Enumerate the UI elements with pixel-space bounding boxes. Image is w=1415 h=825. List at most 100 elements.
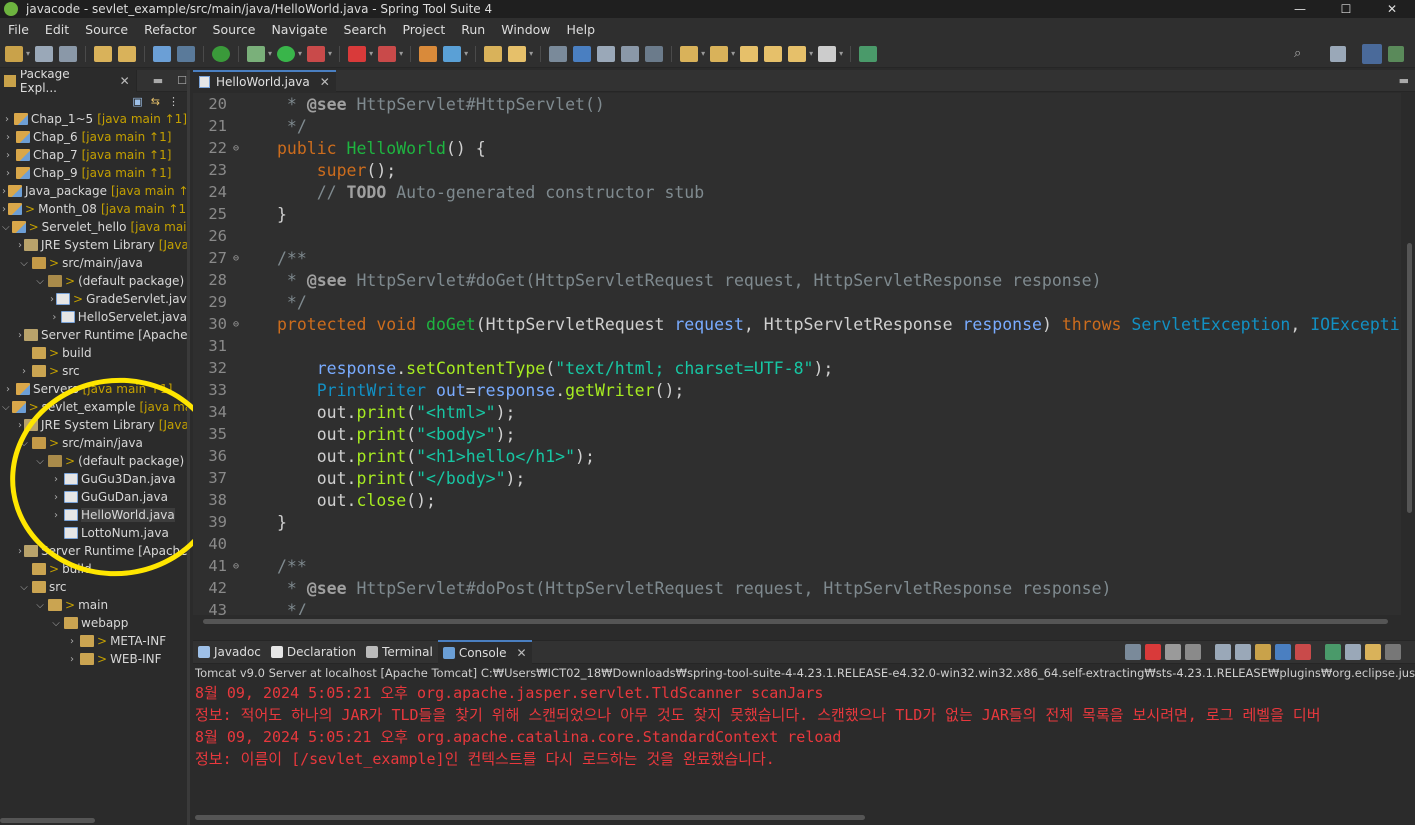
code-line[interactable]: 34 out.print("<html>");: [193, 401, 1401, 423]
java-perspective-icon[interactable]: [1362, 44, 1382, 64]
boot-dashboard-icon[interactable]: [212, 45, 231, 62]
tab-helloworld-java[interactable]: HelloWorld.java ✕: [193, 69, 336, 92]
code-line[interactable]: 33 PrintWriter out=response.getWriter();: [193, 379, 1401, 401]
run-icon[interactable]: [277, 45, 296, 62]
show-on-stderr-icon[interactable]: [1295, 644, 1311, 660]
chevron-right-icon[interactable]: ›: [18, 366, 30, 377]
chevron-right-icon[interactable]: ›: [2, 132, 14, 143]
close-icon[interactable]: ✕: [516, 646, 526, 660]
tree-item[interactable]: › Servers [java main ↑1]: [0, 380, 187, 398]
tree-item[interactable]: › JRE System Library[JavaS: [0, 236, 187, 254]
menu-run[interactable]: Run: [453, 22, 493, 37]
fold-toggle-icon[interactable]: ⊖: [227, 319, 245, 330]
chevron-right-icon[interactable]: ›: [18, 330, 22, 341]
tree-item[interactable]: › GuGuDan.java: [0, 488, 187, 506]
code-line[interactable]: 39}: [193, 511, 1401, 533]
code-line[interactable]: 28 * @see HttpServlet#doGet(HttpServletR…: [193, 269, 1401, 291]
code-line[interactable]: 29 */: [193, 291, 1401, 313]
code-line[interactable]: 31: [193, 335, 1401, 357]
show-on-stdout-icon[interactable]: [1275, 644, 1291, 660]
next-annotation-icon[interactable]: [680, 45, 699, 62]
remove-all-terminated-icon[interactable]: [1165, 644, 1181, 660]
code-line[interactable]: 41 ⊖ /**: [193, 555, 1401, 577]
save-icon[interactable]: [35, 45, 54, 62]
tree-item[interactable]: ⌵ > (default package): [0, 452, 187, 470]
terminate-icon[interactable]: [1145, 644, 1161, 660]
menu-file[interactable]: File: [0, 22, 37, 37]
chevron-right-icon[interactable]: ›: [66, 654, 78, 665]
word-wrap-icon[interactable]: [621, 45, 640, 62]
debug-icon[interactable]: [247, 45, 266, 62]
tree-item[interactable]: ⌵ > (default package): [0, 272, 187, 290]
remove-launch-icon[interactable]: [1125, 644, 1141, 660]
maximize-button[interactable]: ☐: [1323, 0, 1369, 18]
menu-source[interactable]: Source: [77, 22, 136, 37]
open-perspective-icon[interactable]: [1330, 46, 1346, 62]
back-icon[interactable]: [788, 45, 807, 62]
show-on-output-icon[interactable]: [1255, 644, 1271, 660]
pin-editor-icon[interactable]: [859, 45, 878, 62]
code-line[interactable]: 26: [193, 225, 1401, 247]
tree-item[interactable]: › > GradeServlet.java: [0, 290, 187, 308]
code-line[interactable]: 25}: [193, 203, 1401, 225]
tree-item[interactable]: ⌵ > main: [0, 596, 187, 614]
console-output[interactable]: 8월 09, 2024 5:05:21 오후 org.apache.jasper…: [193, 682, 1415, 807]
open-console-icon[interactable]: [1365, 644, 1381, 660]
tab-declaration[interactable]: Declaration: [266, 640, 361, 664]
skip-breakpoints-icon[interactable]: [177, 45, 196, 62]
tree-item[interactable]: › > Month_08 [java main ↑1]: [0, 200, 187, 218]
tree-item[interactable]: ⌵ webapp: [0, 614, 187, 632]
tree-item[interactable]: › > src: [0, 362, 187, 380]
back-history-icon[interactable]: [764, 45, 783, 62]
chevron-down-icon[interactable]: ⌵: [18, 582, 30, 593]
tree-item[interactable]: › Chap_1~5 [java main ↑1]: [0, 110, 187, 128]
stop-icon[interactable]: [348, 45, 367, 62]
deploy-icon[interactable]: [378, 45, 397, 62]
chevron-down-icon[interactable]: ⌵: [2, 222, 10, 233]
tree-item[interactable]: › Server Runtime [Apache T: [0, 542, 187, 560]
code-line[interactable]: 23 super();: [193, 159, 1401, 181]
tree-item[interactable]: ⌵ > src/main/java: [0, 254, 187, 272]
link-with-editor-icon[interactable]: ⇆: [151, 95, 160, 108]
tree-item[interactable]: › GuGu3Dan.java: [0, 470, 187, 488]
display-console-icon[interactable]: [1345, 644, 1361, 660]
show-whitespace-icon[interactable]: [645, 45, 664, 62]
chevron-down-icon[interactable]: ⌵: [18, 438, 30, 449]
code-line[interactable]: 30 ⊖ protected void doGet(HttpServletReque…: [193, 313, 1401, 335]
chevron-right-icon[interactable]: ›: [18, 420, 22, 431]
clear-icon[interactable]: [1185, 644, 1201, 660]
forward-icon[interactable]: [818, 45, 837, 62]
menu-refactor[interactable]: Refactor: [136, 22, 204, 37]
code-line[interactable]: 21 */: [193, 115, 1401, 137]
chevron-right-icon[interactable]: ›: [66, 636, 78, 647]
tree-item[interactable]: > build: [0, 560, 187, 578]
tree-item[interactable]: › Java_package[java main ↑1]: [0, 182, 187, 200]
pen-icon[interactable]: [508, 45, 527, 62]
chevron-down-icon[interactable]: ⌵: [34, 276, 46, 287]
tree-item[interactable]: › > META-INF: [0, 632, 187, 650]
tab-terminal[interactable]: Terminal: [361, 640, 438, 664]
chevron-right-icon[interactable]: ›: [2, 168, 14, 179]
chevron-down-icon[interactable]: ⌵: [18, 258, 30, 269]
chevron-right-icon[interactable]: ›: [50, 312, 59, 323]
save-all-icon[interactable]: [59, 45, 78, 62]
horizontal-scrollbar[interactable]: [0, 815, 187, 825]
run-server-icon[interactable]: [307, 45, 326, 62]
tree-item[interactable]: ⌵ > src/main/java: [0, 434, 187, 452]
code-line[interactable]: 38 out.close();: [193, 489, 1401, 511]
chevron-right-icon[interactable]: ›: [50, 492, 62, 503]
block-selection-icon[interactable]: [597, 45, 616, 62]
word-wrap-console-icon[interactable]: [1235, 644, 1251, 660]
code-line[interactable]: 36 out.print("<h1>hello</h1>");: [193, 445, 1401, 467]
new-icon[interactable]: [5, 45, 23, 62]
fold-toggle-icon[interactable]: ⊖: [227, 143, 245, 154]
chevron-right-icon[interactable]: ›: [2, 186, 6, 197]
editor-vertical-scrollbar[interactable]: [1401, 93, 1415, 615]
minimize-panel-icon[interactable]: [1385, 644, 1401, 660]
menu-source[interactable]: Source: [205, 22, 264, 37]
open-folder-icon[interactable]: [484, 45, 503, 62]
tab-javadoc[interactable]: Javadoc: [193, 640, 266, 664]
chevron-right-icon[interactable]: ›: [18, 240, 22, 251]
tree-item[interactable]: › Chap_7 [java main ↑1]: [0, 146, 187, 164]
close-icon[interactable]: ✕: [120, 74, 130, 88]
